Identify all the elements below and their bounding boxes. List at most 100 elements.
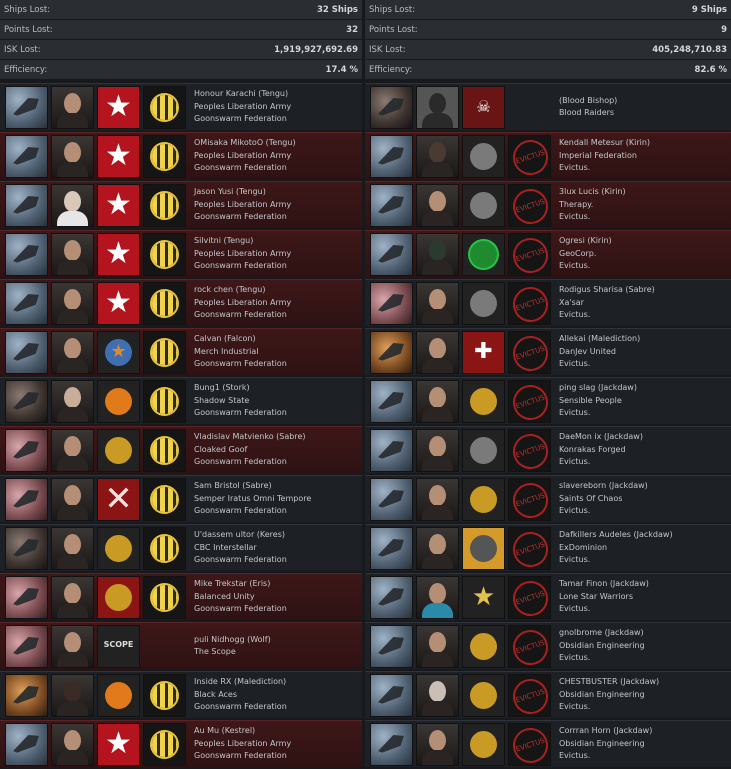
pilot-name-link[interactable]: U'dassem ultor (Keres) bbox=[194, 529, 287, 542]
alliance-logo[interactable] bbox=[143, 526, 186, 570]
list-item[interactable]: EVICTUS ping slag (Jackdaw) Sensible Peop… bbox=[365, 377, 731, 424]
corp-name-link[interactable]: Obsidian Engineering bbox=[559, 640, 645, 653]
pilot-portrait[interactable] bbox=[416, 477, 459, 521]
alliance-name-link[interactable]: Evictus. bbox=[559, 358, 640, 371]
list-item[interactable]: EVICTUS CHESTBUSTER (Jackdaw) Obsidian En… bbox=[365, 671, 731, 718]
corp-logo[interactable]: ★ bbox=[97, 134, 140, 178]
alliance-logo[interactable] bbox=[143, 330, 186, 374]
alliance-name-link[interactable]: Evictus. bbox=[559, 309, 655, 322]
pilot-portrait[interactable] bbox=[416, 526, 459, 570]
list-item[interactable]: ✕ Sam Bristol (Sabre) Semper Iratus Omni … bbox=[0, 475, 362, 522]
alliance-name-link[interactable]: Evictus. bbox=[559, 750, 652, 763]
pilot-portrait[interactable] bbox=[416, 85, 459, 129]
pilot-portrait[interactable] bbox=[51, 722, 94, 766]
list-item[interactable]: EVICTUS Ogresi (Kirin) GeoCorp. Evictus. bbox=[365, 230, 731, 277]
pilot-name-link[interactable]: Honour Karachi (Tengu) bbox=[194, 88, 291, 101]
corp-logo[interactable] bbox=[462, 281, 505, 325]
ship-icon[interactable] bbox=[5, 183, 48, 227]
corp-name-link[interactable]: Saints Of Chaos bbox=[559, 493, 648, 506]
list-item[interactable]: Vladislav Matvienko (Sabre) Cloaked Goof G… bbox=[0, 426, 362, 473]
pilot-portrait[interactable] bbox=[416, 722, 459, 766]
pilot-portrait[interactable] bbox=[416, 575, 459, 619]
corp-logo[interactable]: ★ bbox=[462, 575, 505, 619]
alliance-name-link[interactable]: Goonswarm Federation bbox=[194, 113, 291, 126]
corp-logo[interactable] bbox=[97, 379, 140, 423]
corp-name-link[interactable]: Peoples Liberation Army bbox=[194, 199, 291, 212]
alliance-name-link[interactable]: Goonswarm Federation bbox=[194, 554, 287, 567]
pilot-name-link[interactable]: puli Nidhogg (Wolf) bbox=[194, 634, 271, 647]
ship-icon[interactable] bbox=[5, 85, 48, 129]
pilot-name-link[interactable]: (Blood Bishop) bbox=[559, 95, 617, 108]
corp-logo[interactable] bbox=[97, 673, 140, 717]
alliance-logo[interactable]: EVICTUS bbox=[508, 575, 551, 619]
alliance-logo[interactable] bbox=[143, 134, 186, 178]
ship-icon[interactable] bbox=[370, 575, 413, 619]
pilot-name-link[interactable]: DaeMon ix (Jackdaw) bbox=[559, 431, 643, 444]
corp-logo[interactable] bbox=[462, 379, 505, 423]
pilot-portrait[interactable] bbox=[416, 428, 459, 472]
list-item[interactable]: EVICTUS Rodigus Sharisa (Sabre) Xa'sar Evi… bbox=[365, 279, 731, 326]
pilot-portrait[interactable] bbox=[51, 624, 94, 668]
list-item[interactable]: EVICTUS gnolbrome (Jackdaw) Obsidian Engi… bbox=[365, 622, 731, 669]
pilot-portrait[interactable] bbox=[51, 673, 94, 717]
alliance-logo[interactable]: EVICTUS bbox=[508, 477, 551, 521]
ship-icon[interactable] bbox=[370, 526, 413, 570]
pilot-name-link[interactable]: ping slag (Jackdaw) bbox=[559, 382, 637, 395]
pilot-name-link[interactable]: gnolbrome (Jackdaw) bbox=[559, 627, 645, 640]
pilot-name-link[interactable]: Dafkillers Audeles (Jackdaw) bbox=[559, 529, 673, 542]
pilot-name-link[interactable]: Calvan (Falcon) bbox=[194, 333, 287, 346]
pilot-name-link[interactable]: Rodigus Sharisa (Sabre) bbox=[559, 284, 655, 297]
alliance-name-link[interactable]: Evictus. bbox=[559, 407, 637, 420]
alliance-logo[interactable]: EVICTUS bbox=[508, 330, 551, 374]
alliance-name-link[interactable]: Evictus. bbox=[559, 652, 645, 665]
list-item[interactable]: ✚ EVICTUS Allekai (Malediction) DanJev Uni… bbox=[365, 328, 731, 375]
ship-icon[interactable] bbox=[5, 330, 48, 374]
corp-name-link[interactable]: Xa'sar bbox=[559, 297, 655, 310]
alliance-name-link[interactable]: Evictus. bbox=[559, 211, 626, 224]
pilot-name-link[interactable]: CHESTBUSTER (Jackdaw) bbox=[559, 676, 659, 689]
alliance-logo[interactable] bbox=[143, 673, 186, 717]
corp-name-link[interactable]: Semper Iratus Omni Tempore bbox=[194, 493, 311, 506]
pilot-name-link[interactable]: Allekai (Malediction) bbox=[559, 333, 640, 346]
corp-logo[interactable] bbox=[97, 575, 140, 619]
alliance-name-link[interactable]: Goonswarm Federation bbox=[194, 750, 291, 763]
pilot-portrait[interactable] bbox=[416, 232, 459, 276]
alliance-name-link[interactable]: Goonswarm Federation bbox=[194, 309, 291, 322]
corp-name-link[interactable]: Therapy. bbox=[559, 199, 626, 212]
pilot-name-link[interactable]: Tamar Finon (Jackdaw) bbox=[559, 578, 649, 591]
list-item[interactable]: EVICTUS DaeMon ix (Jackdaw) Konrakas Forg… bbox=[365, 426, 731, 473]
alliance-logo[interactable] bbox=[143, 232, 186, 276]
alliance-logo[interactable]: EVICTUS bbox=[508, 673, 551, 717]
alliance-logo[interactable] bbox=[143, 379, 186, 423]
alliance-name-link[interactable]: Goonswarm Federation bbox=[194, 358, 287, 371]
corp-name-link[interactable]: Shadow State bbox=[194, 395, 287, 408]
alliance-logo[interactable]: EVICTUS bbox=[508, 232, 551, 276]
pilot-portrait[interactable] bbox=[51, 183, 94, 227]
alliance-logo[interactable]: EVICTUS bbox=[508, 722, 551, 766]
list-item[interactable]: ★ Au Mu (Kestrel) Peoples Liberation Army… bbox=[0, 720, 362, 767]
pilot-portrait[interactable] bbox=[51, 477, 94, 521]
list-item[interactable]: ★ Honour Karachi (Tengu) Peoples Liberati… bbox=[0, 83, 362, 130]
list-item[interactable]: ★ EVICTUS Tamar Finon (Jackdaw) Lone Star … bbox=[365, 573, 731, 620]
alliance-name-link[interactable]: Evictus. bbox=[559, 456, 643, 469]
list-item[interactable]: ★ Calvan (Falcon) Merch Industrial Goonswa… bbox=[0, 328, 362, 375]
alliance-name-link[interactable]: Evictus. bbox=[559, 505, 648, 518]
pilot-name-link[interactable]: Kendall Metesur (Kirin) bbox=[559, 137, 650, 150]
alliance-logo[interactable] bbox=[143, 281, 186, 325]
pilot-name-link[interactable]: Mike Trekstar (Eris) bbox=[194, 578, 287, 591]
alliance-logo[interactable]: EVICTUS bbox=[508, 379, 551, 423]
alliance-logo[interactable] bbox=[143, 477, 186, 521]
corp-name-link[interactable]: Peoples Liberation Army bbox=[194, 738, 291, 751]
corp-name-link[interactable]: Blood Raiders bbox=[559, 107, 617, 120]
corp-logo[interactable]: ✚ bbox=[462, 330, 505, 374]
corp-name-link[interactable]: Peoples Liberation Army bbox=[194, 150, 296, 163]
alliance-logo[interactable] bbox=[143, 183, 186, 227]
ship-icon[interactable] bbox=[370, 379, 413, 423]
alliance-name-link[interactable]: Goonswarm Federation bbox=[194, 260, 291, 273]
pilot-name-link[interactable]: Au Mu (Kestrel) bbox=[194, 725, 291, 738]
alliance-logo[interactable]: EVICTUS bbox=[508, 281, 551, 325]
ship-icon[interactable] bbox=[370, 673, 413, 717]
ship-icon[interactable] bbox=[370, 85, 413, 129]
alliance-name-link[interactable]: Goonswarm Federation bbox=[194, 456, 305, 469]
alliance-logo[interactable] bbox=[143, 428, 186, 472]
